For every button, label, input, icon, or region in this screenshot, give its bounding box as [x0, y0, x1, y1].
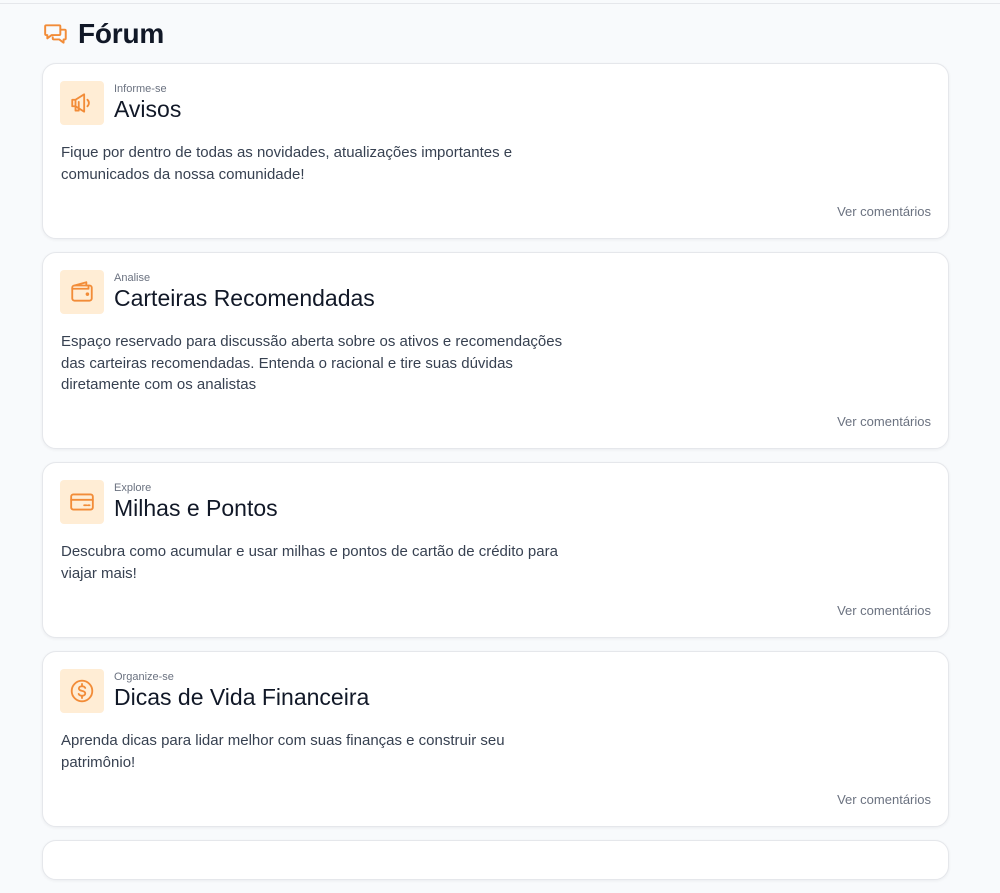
dollar-coin-icon: [60, 669, 104, 713]
forum-list: Informe-se Avisos Fique por dentro de to…: [42, 63, 949, 893]
forum-title: Avisos: [114, 96, 182, 122]
view-comments-link[interactable]: Ver comentários: [837, 792, 931, 807]
wallet-icon: [60, 270, 104, 314]
page-header: Fórum: [43, 18, 164, 50]
megaphone-icon: [60, 81, 104, 125]
forum-description: Descubra como acumular e usar milhas e p…: [61, 543, 558, 582]
forum-title: Dicas de Vida Financeira: [114, 684, 370, 710]
forum-description: Aprenda dicas para lidar melhor com suas…: [61, 732, 505, 771]
forum-card-dicas[interactable]: Organize-se Dicas de Vida Financeira Apr…: [42, 651, 949, 827]
forum-description: Espaço reservado para discussão aberta s…: [61, 333, 563, 393]
forum-card-partial: [42, 840, 949, 880]
view-comments-link[interactable]: Ver comentários: [837, 603, 931, 618]
forum-eyebrow: Analise: [114, 272, 151, 284]
view-comments-link[interactable]: Ver comentários: [837, 204, 931, 219]
page-title: Fórum: [78, 18, 165, 49]
chat-bubbles-icon: [43, 21, 69, 47]
forum-card-milhas[interactable]: Explore Milhas e Pontos Descubra como ac…: [42, 462, 949, 638]
forum-title: Carteiras Recomendadas: [114, 285, 375, 311]
forum-description: Fique por dentro de todas as novidades, …: [61, 144, 513, 183]
forum-card-carteiras[interactable]: Analise Carteiras Recomendadas Espaço re…: [42, 252, 949, 449]
credit-card-icon: [60, 480, 104, 524]
forum-title: Milhas e Pontos: [114, 495, 278, 521]
view-comments-link[interactable]: Ver comentários: [837, 414, 931, 429]
top-divider: [0, 0, 1000, 4]
forum-eyebrow: Organize-se: [114, 671, 174, 683]
forum-card-avisos[interactable]: Informe-se Avisos Fique por dentro de to…: [42, 63, 949, 239]
forum-eyebrow: Informe-se: [114, 83, 167, 95]
forum-eyebrow: Explore: [114, 482, 152, 494]
